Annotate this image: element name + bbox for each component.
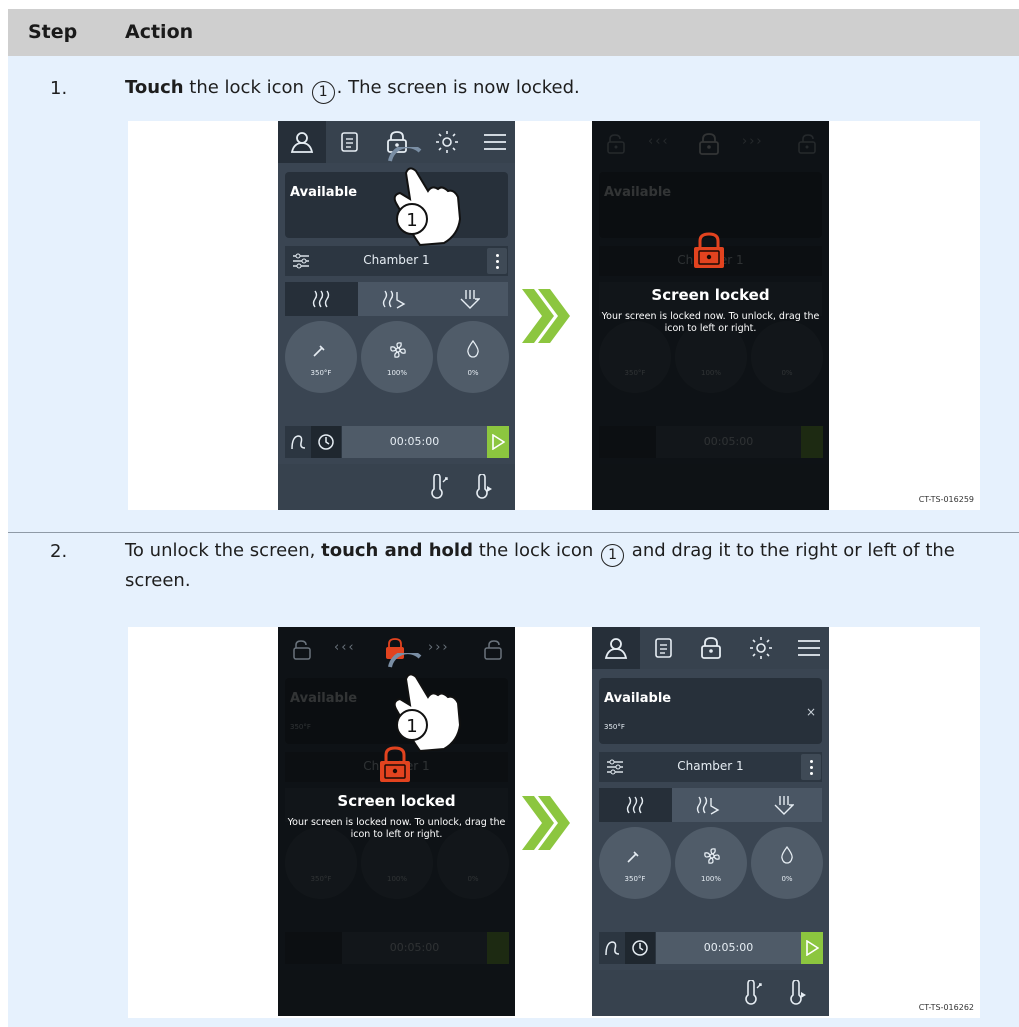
callout-marker: 1: [311, 81, 335, 104]
figure-ref: CT-TS-016262: [918, 1003, 974, 1012]
user-icon[interactable]: [290, 131, 314, 153]
thermometer-icon[interactable]: [742, 980, 764, 1006]
fan-value: 100%: [386, 369, 407, 377]
chevron-left: ‹‹‹: [334, 640, 356, 655]
lock-message-line: Your screen is locked now. To unlock, dr…: [601, 311, 820, 322]
lock-open-icon[interactable]: [292, 639, 312, 661]
step-text: Touch the lock icon 1. The screen is now…: [125, 74, 1005, 104]
step-number: 2.: [50, 541, 68, 562]
play-icon: [806, 940, 819, 956]
hand-pointer-icon: 1: [388, 653, 462, 753]
play-icon: [492, 434, 505, 450]
figure-panel: Available 350°F Chamber 1 350°F 100% 0% …: [128, 627, 980, 1018]
oven-screen-unlocked: Available 350°F × Chamber 1 350°F 100% 0…: [592, 627, 829, 1016]
temperature-value: 350°F: [310, 369, 332, 377]
clipboard-icon[interactable]: [654, 637, 674, 659]
lock-red-icon[interactable]: [691, 231, 727, 271]
lock-icon[interactable]: [700, 636, 722, 660]
lock-open-icon[interactable]: [483, 639, 503, 661]
oven-screen-locked: Available 350°F Chamber 1 350°F 100% 0% …: [278, 627, 515, 1016]
clock-icon: [318, 434, 334, 450]
status-label: Available: [290, 185, 358, 200]
close-icon[interactable]: ×: [806, 705, 816, 719]
timer-value[interactable]: 00:05:00: [656, 932, 801, 964]
status-card[interactable]: [599, 678, 822, 744]
temperature-small: 350°F: [604, 723, 625, 731]
hand-pointer-icon: 1: [388, 147, 462, 247]
steam-icon[interactable]: [382, 289, 408, 309]
start-button[interactable]: [801, 932, 823, 964]
step-text-part: the lock icon: [472, 540, 600, 561]
table-header: Step Action: [8, 9, 1019, 56]
probe-icon: [627, 851, 639, 863]
step-text-part: the lock icon: [183, 77, 310, 98]
core-probe-icon[interactable]: [289, 433, 307, 451]
step-number: 1.: [50, 78, 68, 99]
lock-title: Screen locked: [337, 792, 456, 810]
step-row-2: 2. To unlock the screen, touch and hold …: [8, 533, 1019, 1027]
steam-icon[interactable]: [696, 795, 722, 815]
chevron-double-right-icon: [522, 796, 570, 850]
fan-value: 100%: [700, 875, 721, 883]
chevron-double-right-icon: [522, 289, 570, 343]
clipboard-icon[interactable]: [340, 131, 360, 153]
clock-icon: [632, 940, 648, 956]
kebab-menu-button[interactable]: [487, 248, 507, 274]
lock-message-line: icon to left or right.: [664, 323, 757, 334]
user-icon[interactable]: [604, 637, 628, 659]
lock-message-line: Your screen is locked now. To unlock, dr…: [287, 817, 506, 828]
header-action: Action: [125, 21, 194, 43]
menu-icon[interactable]: [483, 133, 507, 151]
step-text-part: . The screen is now locked.: [336, 77, 580, 98]
thermometer-icon[interactable]: [473, 474, 497, 500]
heat-waves-icon[interactable]: [311, 289, 333, 309]
menu-icon[interactable]: [797, 639, 821, 657]
core-probe-icon[interactable]: [603, 939, 621, 957]
temperature-value: 350°F: [624, 875, 646, 883]
figure-ref: CT-TS-016259: [918, 495, 974, 504]
header-step: Step: [28, 21, 78, 43]
svg-text:1: 1: [406, 210, 417, 231]
kebab-menu-button[interactable]: [801, 754, 821, 780]
lock-message: Your screen is locked now. To unlock, dr…: [592, 311, 829, 335]
status-label: Available: [604, 691, 672, 706]
timer-value[interactable]: 00:05:00: [342, 426, 487, 458]
step-text-part: To unlock the screen,: [125, 540, 322, 561]
start-button[interactable]: [487, 426, 509, 458]
chamber-label: Chamber 1: [677, 759, 744, 773]
step-bold: touch and hold: [321, 540, 473, 561]
chamber-label: Chamber 1: [363, 253, 430, 267]
probe-icon: [313, 345, 325, 357]
humidity-value: 0%: [781, 875, 793, 883]
oven-screen-unlocked: Available Chamber 1 350°F 100% 0% 00:05:…: [278, 121, 515, 510]
svg-text:1: 1: [406, 716, 417, 737]
fan-icon: [390, 342, 406, 358]
lock-message: Your screen is locked now. To unlock, dr…: [278, 817, 515, 841]
fan-icon: [704, 848, 720, 864]
thermometer-icon[interactable]: [787, 980, 811, 1006]
step-row-1: 1. Touch the lock icon 1. The screen is …: [8, 56, 1019, 533]
drop-icon: [781, 846, 793, 864]
callout-marker: 1: [601, 544, 625, 567]
steam-icon[interactable]: [458, 288, 480, 310]
drop-icon: [467, 340, 479, 358]
lock-title: Screen locked: [651, 286, 770, 304]
lock-message-line: icon to left or right.: [350, 829, 443, 840]
figure-panel: Available Chamber 1 350°F 100% 0% 00:05:…: [128, 121, 980, 510]
sun-icon[interactable]: [749, 636, 773, 660]
humidity-value: 0%: [467, 369, 479, 377]
oven-screen-locked: ‹‹‹ ››› Available Chamber 1 350°F 100% 0…: [592, 121, 829, 510]
thermometer-icon[interactable]: [428, 474, 450, 500]
steam-icon[interactable]: [772, 794, 794, 816]
heat-waves-icon[interactable]: [625, 795, 647, 815]
step-bold: Touch: [125, 77, 184, 98]
step-text: To unlock the screen, touch and hold the…: [125, 537, 1005, 595]
